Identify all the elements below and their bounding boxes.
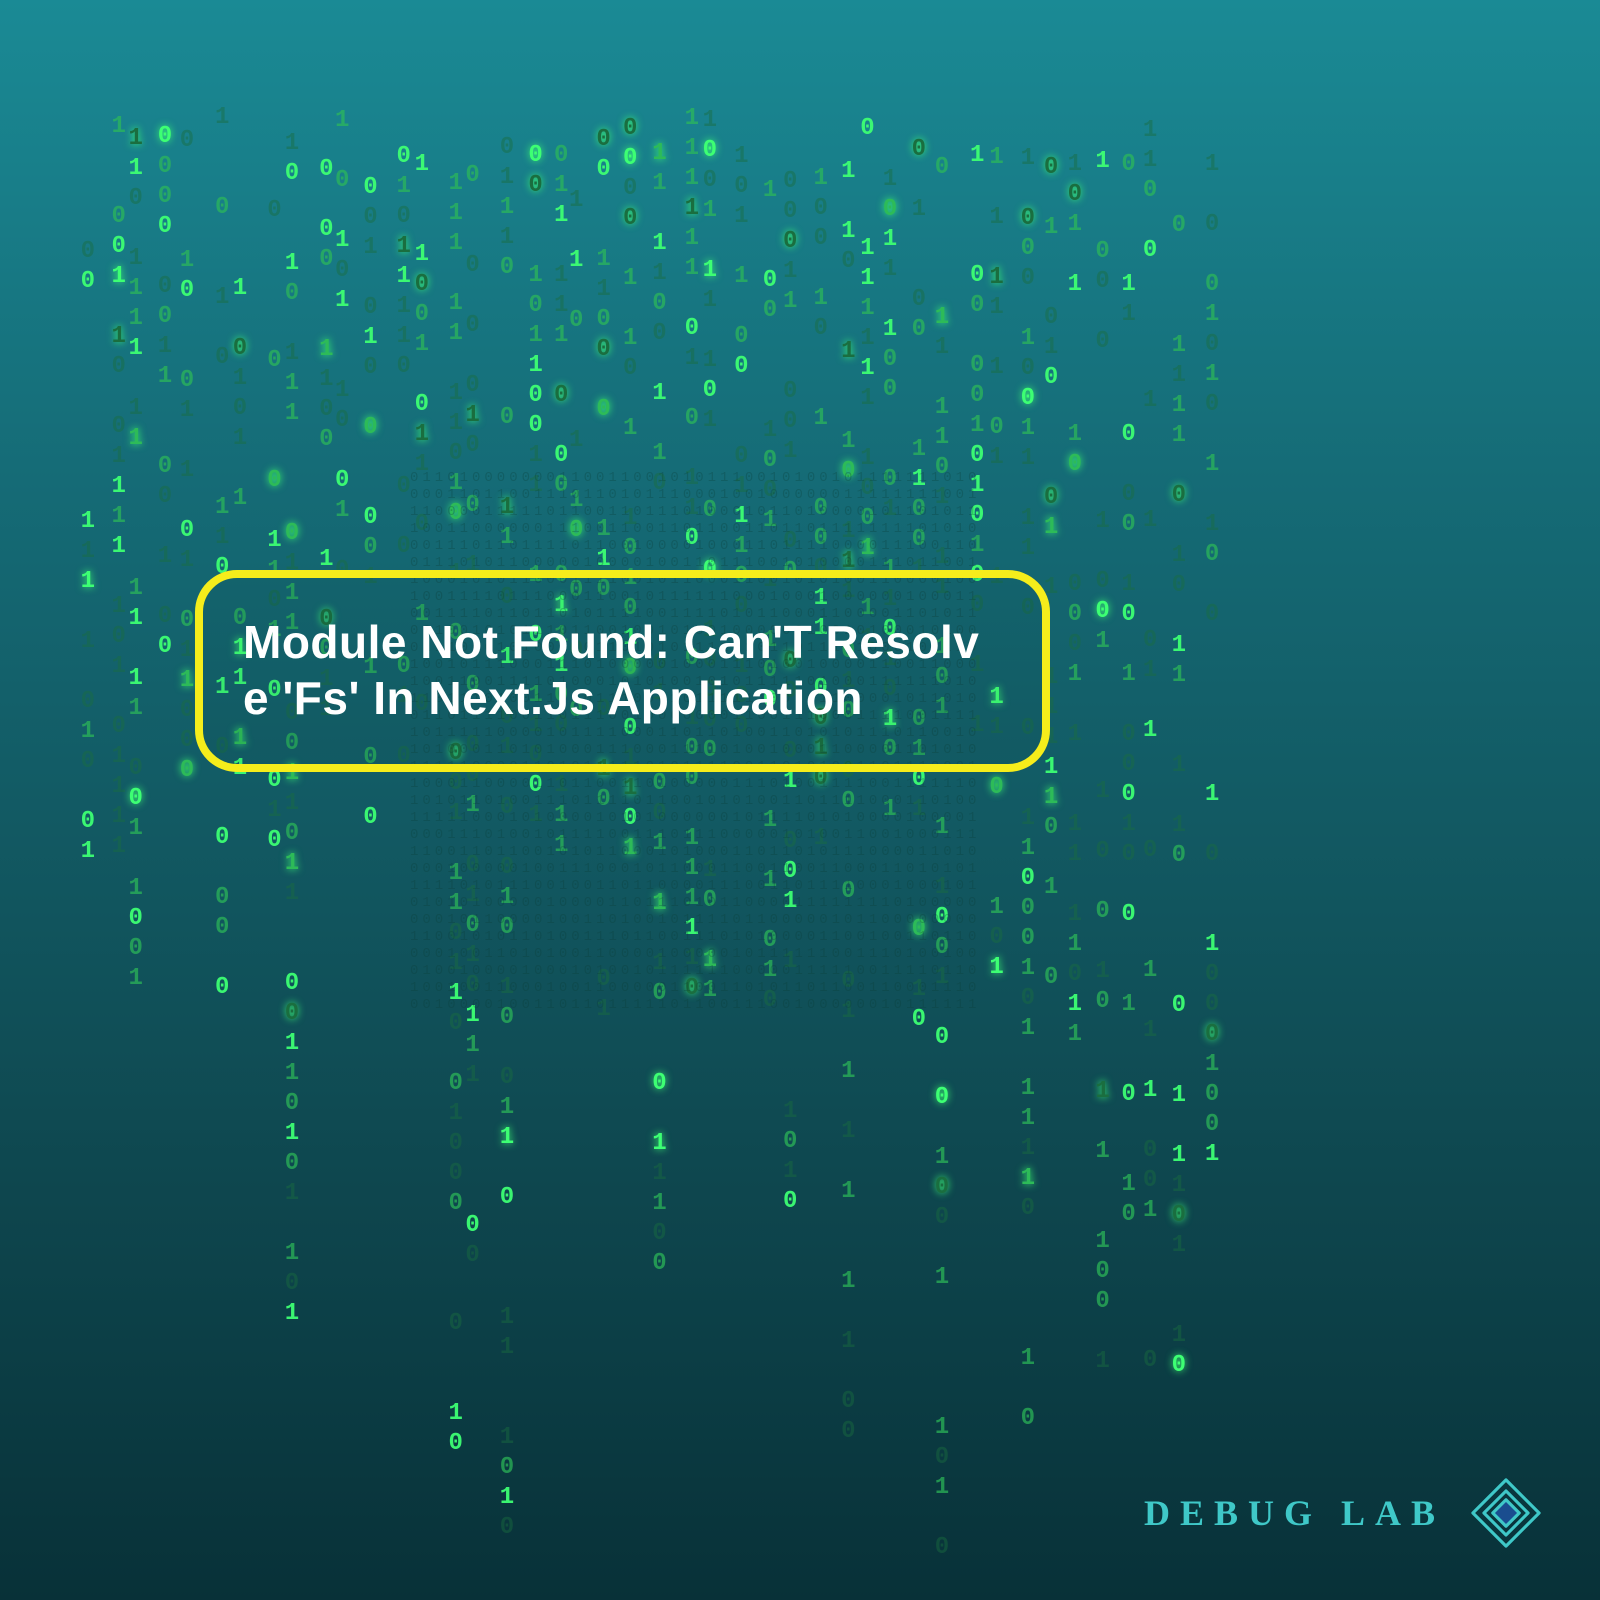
brand-logo-icon [1467, 1474, 1545, 1552]
brand-label: DEBUG LAB [1144, 1492, 1445, 1534]
page-title: Module Not Found: Can'T Resolve 'Fs' In … [243, 614, 1002, 726]
title-container: Module Not Found: Can'T Resolve 'Fs' In … [195, 570, 1050, 772]
brand-container: DEBUG LAB [1144, 1474, 1545, 1552]
